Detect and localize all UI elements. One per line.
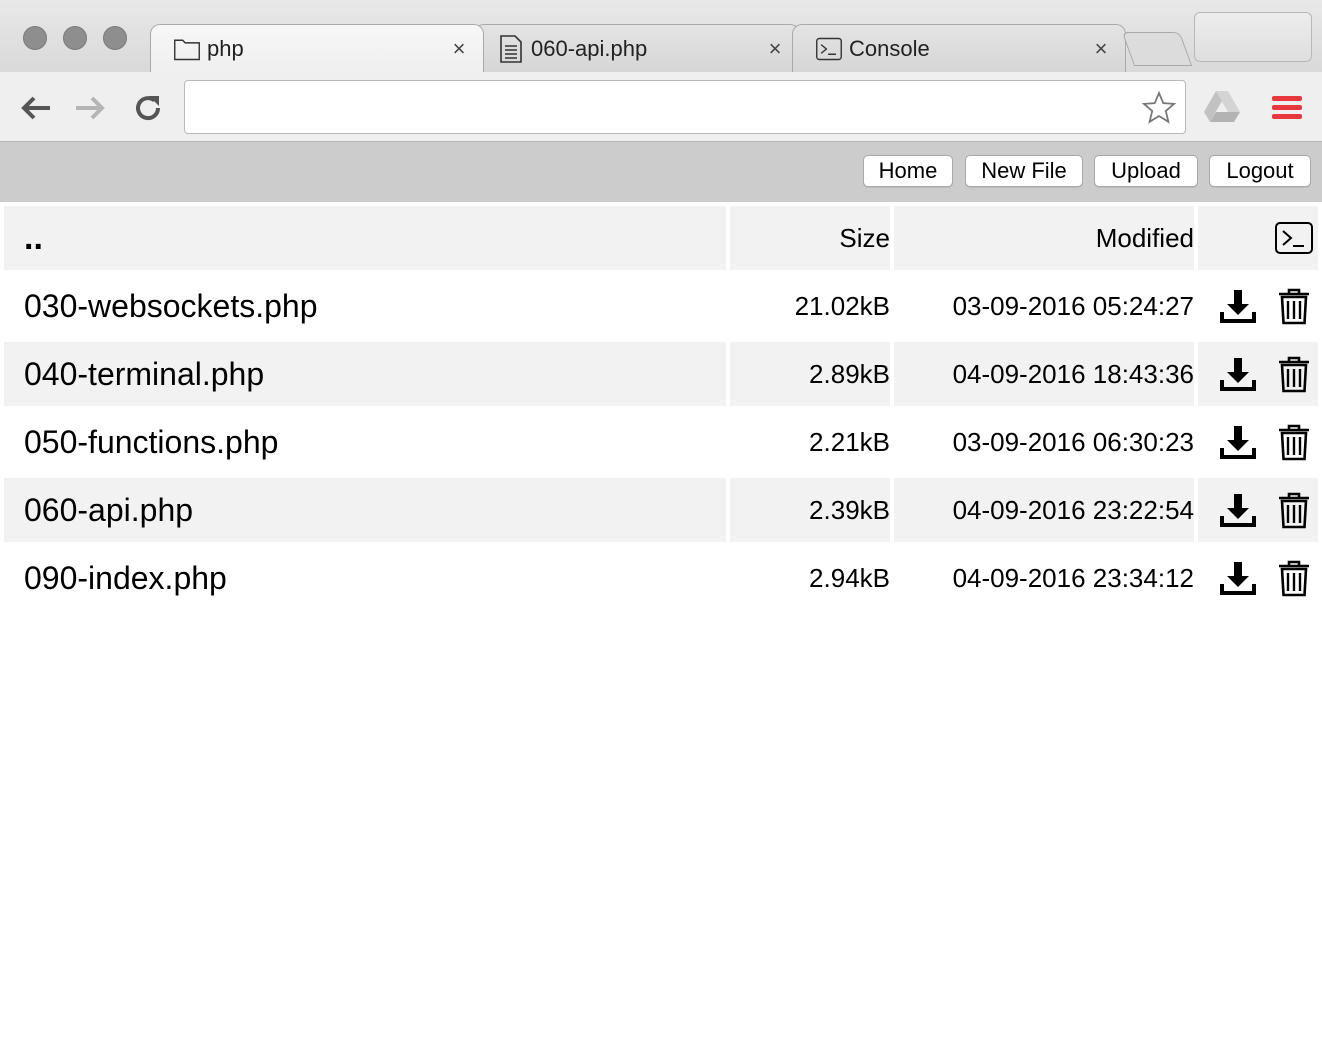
trash-icon[interactable] bbox=[1274, 490, 1314, 530]
folder-icon bbox=[173, 35, 201, 63]
reload-icon[interactable] bbox=[130, 90, 166, 126]
file-name-link[interactable]: 060-api.php bbox=[4, 478, 726, 542]
file-table: .. Size Modified 030-websockets.php 21.0… bbox=[4, 206, 1318, 614]
file-modified: 03-09-2016 06:30:23 bbox=[952, 426, 1194, 457]
profile-button[interactable] bbox=[1194, 12, 1312, 62]
upload-button[interactable]: Upload bbox=[1094, 155, 1198, 187]
file-name-link[interactable]: 090-index.php bbox=[4, 546, 726, 610]
table-row: 090-index.php 2.94kB 04-09-2016 23:34:12 bbox=[4, 546, 1318, 610]
file-modified: 04-09-2016 23:34:12 bbox=[952, 562, 1194, 593]
new-tab-button[interactable] bbox=[1121, 32, 1193, 66]
file-modified: 04-09-2016 18:43:36 bbox=[894, 342, 1194, 406]
forward-arrow-icon[interactable] bbox=[72, 90, 108, 126]
back-arrow-icon[interactable] bbox=[18, 90, 54, 126]
file-size: 21.02kB bbox=[794, 290, 890, 321]
file-modified: 04-09-2016 23:22:54 bbox=[894, 478, 1194, 542]
table-header-row: .. Size Modified bbox=[4, 206, 1318, 270]
tab-php[interactable]: php × bbox=[150, 24, 484, 72]
address-bar[interactable] bbox=[184, 80, 1186, 134]
file-size: 2.94kB bbox=[809, 562, 890, 593]
row-actions bbox=[1198, 274, 1318, 338]
terminal-icon[interactable] bbox=[1274, 218, 1314, 258]
actions-header bbox=[1198, 206, 1318, 270]
logout-button[interactable]: Logout bbox=[1209, 155, 1311, 187]
menu-icon[interactable] bbox=[1270, 92, 1304, 124]
row-actions bbox=[1198, 410, 1318, 474]
tab-close-button[interactable]: × bbox=[765, 37, 785, 59]
home-button[interactable]: Home bbox=[863, 155, 953, 187]
download-icon[interactable] bbox=[1218, 558, 1258, 598]
tab-title: Console bbox=[849, 35, 930, 61]
window-minimize-control[interactable] bbox=[63, 26, 87, 50]
tab-close-button[interactable]: × bbox=[1091, 37, 1111, 59]
tab-close-button[interactable]: × bbox=[449, 37, 469, 59]
window-close-control[interactable] bbox=[23, 26, 47, 50]
file-size: 2.39kB bbox=[730, 478, 890, 542]
download-icon[interactable] bbox=[1218, 422, 1258, 462]
drive-icon[interactable] bbox=[1202, 88, 1242, 124]
document-icon bbox=[497, 34, 525, 63]
download-icon[interactable] bbox=[1218, 354, 1258, 394]
size-column-header: Size bbox=[730, 206, 890, 270]
row-actions bbox=[1198, 546, 1318, 610]
download-icon[interactable] bbox=[1218, 490, 1258, 530]
terminal-icon bbox=[815, 35, 843, 63]
trash-icon[interactable] bbox=[1274, 354, 1314, 394]
file-name-link[interactable]: 040-terminal.php bbox=[4, 342, 726, 406]
parent-directory-link[interactable]: .. bbox=[4, 206, 726, 270]
download-icon[interactable] bbox=[1218, 286, 1258, 326]
file-name-link[interactable]: 050-functions.php bbox=[4, 410, 726, 474]
table-row: 060-api.php 2.39kB 04-09-2016 23:22:54 bbox=[4, 478, 1318, 542]
file-name-link[interactable]: 030-websockets.php bbox=[4, 274, 726, 338]
bookmark-star-icon[interactable] bbox=[1141, 90, 1177, 126]
address-input[interactable] bbox=[195, 89, 1129, 127]
tab-060-api[interactable]: 060-api.php × bbox=[474, 24, 800, 72]
trash-icon[interactable] bbox=[1274, 286, 1314, 326]
tab-console[interactable]: Console × bbox=[792, 24, 1126, 72]
tab-title: php bbox=[207, 35, 244, 61]
table-row: 040-terminal.php 2.89kB 04-09-2016 18:43… bbox=[4, 342, 1318, 406]
trash-icon[interactable] bbox=[1274, 558, 1314, 598]
file-size: 2.89kB bbox=[730, 342, 890, 406]
row-actions bbox=[1198, 478, 1318, 542]
modified-column-header: Modified bbox=[894, 206, 1194, 270]
tab-title: 060-api.php bbox=[531, 35, 648, 61]
table-row: 030-websockets.php 21.02kB 03-09-2016 05… bbox=[4, 274, 1318, 338]
table-row: 050-functions.php 2.21kB 03-09-2016 06:3… bbox=[4, 410, 1318, 474]
new-file-button[interactable]: New File bbox=[965, 155, 1083, 187]
file-modified: 03-09-2016 05:24:27 bbox=[952, 290, 1194, 321]
trash-icon[interactable] bbox=[1274, 422, 1314, 462]
file-size: 2.21kB bbox=[809, 426, 890, 457]
window-zoom-control[interactable] bbox=[103, 26, 127, 50]
row-actions bbox=[1198, 342, 1318, 406]
